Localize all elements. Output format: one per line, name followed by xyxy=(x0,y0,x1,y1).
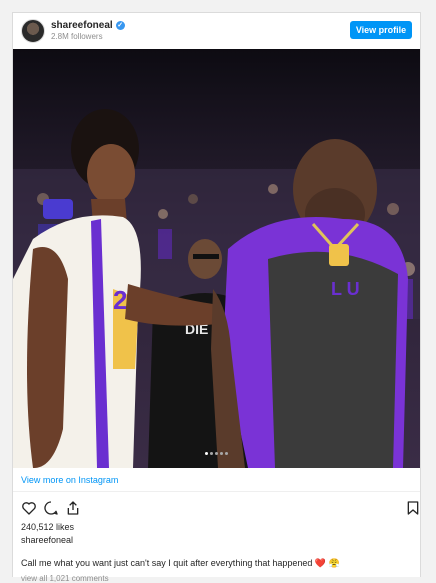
carousel-dot-icon[interactable] xyxy=(205,452,208,455)
carousel-dot-icon[interactable] xyxy=(215,452,218,455)
username[interactable]: shareefoneal ✓ xyxy=(51,20,125,31)
caption-text: Call me what you want just can't say I q… xyxy=(21,558,313,568)
view-more-on-instagram-link[interactable]: View more on Instagram xyxy=(21,475,118,485)
comment-icon[interactable] xyxy=(43,500,59,516)
post-caption: Call me what you want just can't say I q… xyxy=(21,558,340,569)
username-label[interactable]: shareefoneal xyxy=(51,20,113,31)
followers-count: 2.8M followers xyxy=(51,32,103,41)
post-photo[interactable]: DIE 2 L U xyxy=(13,49,420,468)
svg-text:2: 2 xyxy=(113,285,127,315)
avatar[interactable] xyxy=(21,19,45,43)
instagram-embed-card: shareefoneal ✓ 2.8M followers View profil… xyxy=(12,12,421,583)
svg-text:L U: L U xyxy=(331,279,360,299)
view-all-comments-link[interactable]: view all 1,021 comments xyxy=(21,574,109,583)
carousel-dots xyxy=(13,442,420,460)
carousel-dot-icon[interactable] xyxy=(210,452,213,455)
share-icon[interactable] xyxy=(65,500,81,516)
likes-count[interactable]: 240,512 likes xyxy=(21,522,74,532)
caption-author[interactable]: shareefoneal xyxy=(21,535,73,545)
caption-emoji: ❤️ 😤 xyxy=(314,558,340,568)
view-profile-button[interactable]: View profile xyxy=(350,21,412,39)
heart-icon[interactable] xyxy=(21,500,37,516)
bookmark-icon[interactable] xyxy=(405,500,421,516)
divider xyxy=(13,491,420,492)
carousel-dot-icon[interactable] xyxy=(225,452,228,455)
post-header: shareefoneal ✓ 2.8M followers View profil… xyxy=(13,13,420,49)
photo-illustration: DIE 2 L U xyxy=(13,49,420,468)
verified-badge-icon: ✓ xyxy=(115,21,125,30)
carousel-dot-icon[interactable] xyxy=(220,452,223,455)
